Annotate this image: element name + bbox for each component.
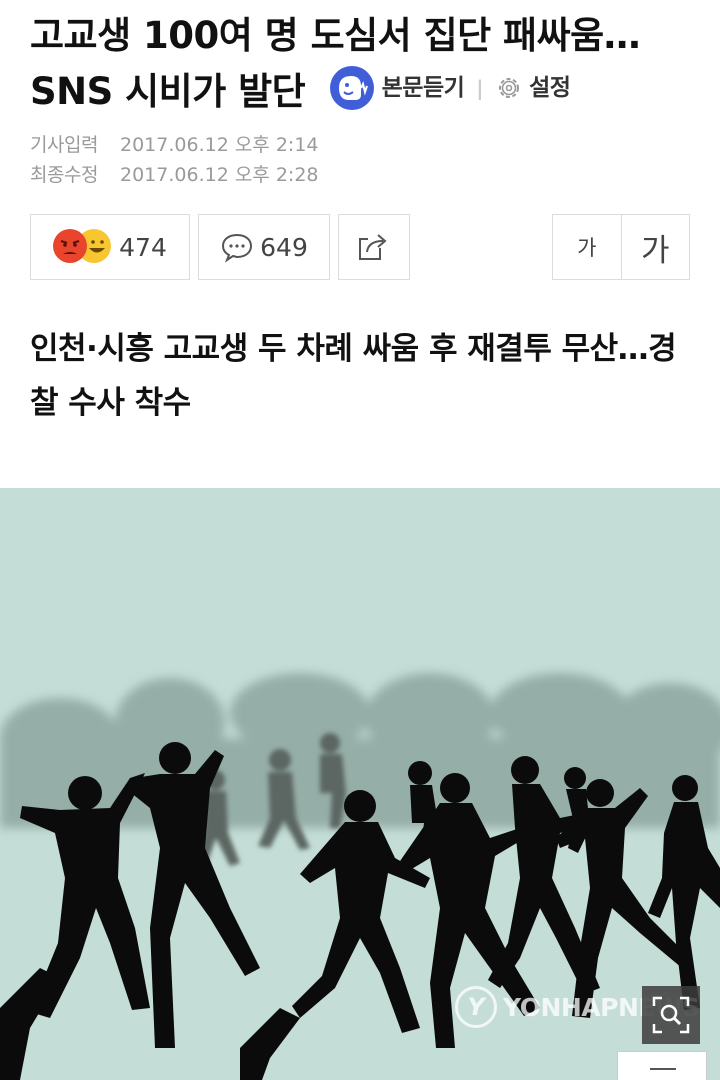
watermark-logo: Y [455,986,497,1028]
listen-button[interactable] [329,65,374,110]
reaction-count: 474 [119,232,167,262]
font-size-control: 가 가 [552,214,690,280]
published-label: 기사입력 [30,134,98,156]
font-small-button[interactable]: 가 [553,215,622,279]
zoom-icon [652,996,690,1034]
article-subtitle: 인천·시흥 고교생 두 차례 싸움 후 재결투 무산…경찰 수사 착수 [30,331,677,421]
article-tools: 본문듣기 | 설정 [329,60,571,116]
reaction-emojis [53,229,113,265]
modified-label: 최종수정 [30,164,98,186]
article-actions: 474 649 가 가 [30,214,690,280]
share-button[interactable] [338,214,410,280]
gear-icon[interactable] [495,74,523,102]
angry-emoji-icon [53,229,88,263]
modified-value: 2017.06.12 오후 2:28 [120,164,319,186]
published-row: 기사입력 2017.06.12 오후 2:14 [30,130,319,160]
comment-count: 649 [260,232,308,262]
article-headline: 고교생 100여 명 도심서 집단 패싸움…SNS 시비가 발단 본문듣기 | … [30,8,690,122]
speaker-face-icon [338,75,368,100]
listen-label[interactable]: 본문듣기 [382,60,465,116]
published-value: 2017.06.12 오후 2:14 [120,134,319,156]
settings-label[interactable]: 설정 [529,60,571,116]
article-meta: 기사입력 2017.06.12 오후 2:14 최종수정 2017.06.12 오후… [30,130,319,190]
comment-button[interactable]: 649 [198,214,330,280]
article-photo[interactable]: Y YONHAPNEWS [0,488,720,1080]
modified-row: 최종수정 2017.06.12 오후 2:28 [30,160,319,190]
photo-zoom-button[interactable] [642,986,700,1044]
reaction-button[interactable]: 474 [30,214,190,280]
share-icon [359,234,387,260]
speech-bubble-icon [222,233,253,263]
font-large-button[interactable]: 가 [622,215,690,279]
scroll-top-button[interactable] [617,1051,707,1080]
tool-separator: | [476,75,484,100]
